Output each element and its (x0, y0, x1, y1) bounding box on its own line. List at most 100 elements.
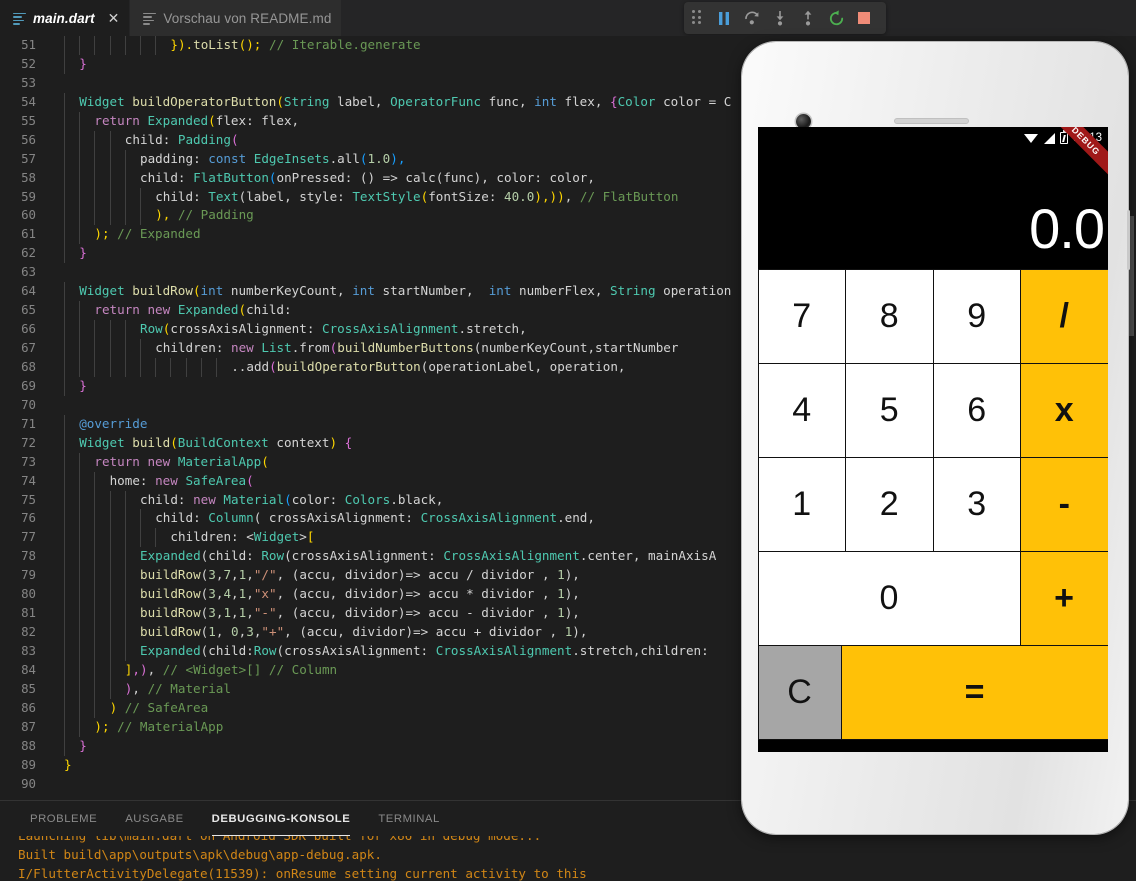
indent-guide (170, 357, 172, 377)
indent-guide (64, 717, 65, 737)
code-token: , (564, 188, 580, 204)
calc-key-multiply[interactable]: x (1020, 362, 1108, 458)
panel-tab-debugging-konsole[interactable]: DEBUGGING-KONSOLE (211, 801, 351, 836)
code-token: ), (155, 207, 178, 223)
step-into-icon (776, 11, 784, 26)
panel-tab-terminal[interactable]: TERMINAL (378, 801, 440, 836)
code-token: Widget (79, 283, 133, 299)
debug-console-output[interactable]: Launching lib\main.dart on Android SDK b… (0, 836, 1136, 881)
indent-guide (79, 566, 81, 586)
line-number: 86 (21, 699, 36, 715)
line-number: 61 (21, 226, 36, 242)
code-token: int (352, 283, 383, 299)
debug-step-into-button[interactable] (766, 4, 794, 32)
indent-guide (79, 679, 81, 699)
indent-guide (124, 320, 126, 340)
calc-key-0[interactable]: 0 (758, 550, 1021, 646)
close-icon[interactable]: ✕ (108, 11, 120, 25)
calc-key-clear[interactable]: C (758, 644, 842, 740)
code-token: ( (268, 169, 277, 185)
panel-tab-probleme[interactable]: PROBLEME (30, 801, 97, 836)
code-token: , (246, 605, 254, 621)
calc-key-5[interactable]: 5 (845, 362, 934, 458)
code-token: 1 (557, 586, 565, 602)
indent-guide (79, 320, 81, 340)
calc-key-8[interactable]: 8 (845, 268, 934, 364)
code-token: (func), color: color, (435, 169, 595, 185)
indent-guide (109, 566, 111, 586)
calc-key-plus[interactable]: + (1019, 550, 1108, 646)
indent-guide (79, 130, 81, 150)
calc-key-7[interactable]: 7 (758, 268, 846, 364)
drag-dots-icon[interactable] (692, 10, 706, 26)
indent-guide (79, 490, 81, 510)
code-token: children: < (170, 529, 254, 545)
indent-guide (79, 547, 81, 567)
calc-key-6[interactable]: 6 (932, 362, 1021, 458)
calculator-keypad[interactable]: 7 8 9/4 5 6 x 1 2 3-0 + C = (758, 268, 1108, 740)
tab-readme-preview[interactable]: Vorschau von README.md (130, 0, 343, 36)
code-token: .. (231, 358, 247, 374)
code-token: ( (276, 93, 284, 109)
indent-guide (94, 130, 96, 150)
code-token: 0 (231, 624, 239, 640)
tab-main-dart[interactable]: main.dart ✕ (0, 0, 131, 36)
debug-banner-clip: DEBUG (1046, 127, 1108, 189)
code-token: { (344, 434, 353, 450)
indent-guide (64, 36, 65, 55)
indent-guide (124, 528, 126, 548)
indent-guide (79, 604, 81, 624)
keypad-row: 456x (758, 362, 1108, 458)
code-token: buildRow (140, 567, 201, 583)
calc-key-2[interactable]: 2 (845, 456, 934, 552)
code-token: , (231, 567, 239, 583)
debug-toolbar[interactable] (684, 2, 886, 34)
indent-guide (79, 642, 81, 661)
indent-guide (64, 736, 65, 756)
calc-key-4[interactable]: 4 (758, 362, 846, 458)
code-token: , (215, 624, 232, 640)
emulator-screen[interactable]: 12:13 DEBUG 0.0 789/456x123-0+C= (758, 127, 1108, 752)
code-token: (label, style: (238, 188, 353, 204)
code-token: BuildContext (177, 434, 277, 450)
calc-key-3[interactable]: 3 (932, 456, 1021, 552)
indent-guide (94, 149, 96, 169)
indent-guide (109, 130, 111, 150)
indent-guide (64, 282, 65, 302)
code-token: 1 (557, 567, 565, 583)
panel-tab-ausgabe[interactable]: AUSGABE (125, 801, 183, 836)
indent-guide (64, 168, 65, 188)
debug-stop-button[interactable] (850, 4, 878, 32)
indent-guide (94, 547, 96, 567)
code-token: // Expanded (117, 226, 201, 242)
debug-step-over-button[interactable] (738, 4, 766, 32)
debug-pause-button[interactable] (710, 4, 738, 32)
calc-key-equals[interactable]: = (840, 644, 1108, 740)
code-token: .center, mainAxisA (579, 548, 717, 564)
calc-key-9[interactable]: 9 (932, 268, 1021, 364)
line-number: 76 (21, 510, 36, 526)
code-token: { (610, 93, 618, 109)
indent-guide (64, 642, 65, 661)
android-emulator-window[interactable]: 12:13 DEBUG 0.0 789/456x123-0+C= (742, 42, 1130, 834)
code-token: String (610, 283, 664, 299)
line-number: 87 (21, 718, 36, 734)
indent-guide (109, 642, 111, 661)
code-token: ( (170, 434, 178, 450)
debug-restart-button[interactable] (822, 4, 850, 32)
indent-guide (64, 54, 65, 74)
indent-guide (64, 566, 65, 586)
indent-guide (79, 168, 81, 188)
calc-key-minus[interactable]: - (1020, 456, 1108, 552)
line-number: 65 (21, 302, 36, 318)
calc-key-divide[interactable]: / (1020, 268, 1108, 364)
code-token: Colors (344, 491, 391, 507)
line-number: 66 (21, 321, 36, 337)
debug-step-out-button[interactable] (794, 4, 822, 32)
indent-guide (109, 206, 111, 226)
android-navigation-bar[interactable] (758, 739, 1108, 752)
code-token: Row (253, 643, 277, 658)
calc-key-1[interactable]: 1 (758, 456, 846, 552)
indent-guide (94, 528, 96, 548)
code-token: int (488, 283, 520, 299)
